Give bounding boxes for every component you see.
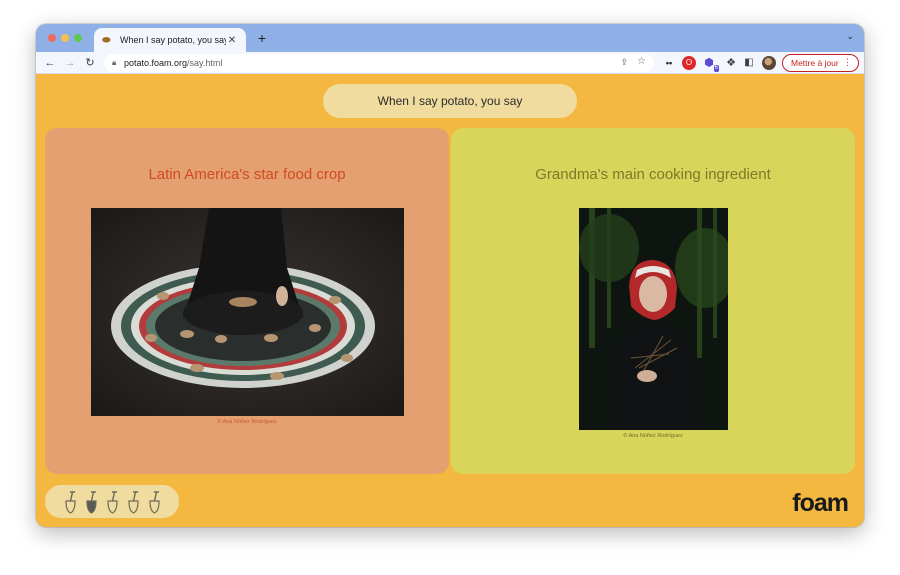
question-pill: When I say potato, you say <box>323 84 577 118</box>
url-path: /say.html <box>187 58 223 68</box>
lock-icon[interactable]: 🔒︎ <box>112 58 124 68</box>
shovel-icon <box>148 490 160 514</box>
tab-title: When I say potato, you say <box>120 35 226 45</box>
maximize-window-button[interactable] <box>74 34 82 42</box>
close-icon[interactable]: ✕ <box>226 35 238 46</box>
shovel-icon-filled <box>85 490 97 514</box>
extension-dots-icon[interactable]: •• <box>662 56 676 70</box>
share-icon[interactable]: ⇪ <box>620 57 628 68</box>
answer-card-right[interactable]: Grandma's main cooking ingredient © Ana … <box>451 128 855 474</box>
potato-icon: ⬬ <box>102 34 111 46</box>
photo-grandmother <box>579 208 728 430</box>
foam-logo[interactable]: foam <box>792 489 849 518</box>
shovel-icon <box>127 490 139 514</box>
close-window-button[interactable] <box>48 34 56 42</box>
opera-extension-icon[interactable]: O <box>682 56 696 70</box>
update-button[interactable]: Mettre à jour ⋮ <box>782 54 859 72</box>
update-button-label: Mettre à jour <box>791 58 839 68</box>
answer-card-left[interactable]: Latin America's star food crop © Ana Núñ… <box>45 128 449 474</box>
browser-toolbar: ← → ↻ 🔒︎ potato.foam.org /say.html ⇪ ☆ •… <box>36 52 864 74</box>
avatar[interactable] <box>762 56 776 70</box>
browser-window: ⬬ When I say potato, you say ✕ + ⌄ ← → ↻… <box>36 24 864 527</box>
skirt-photo-illustration <box>91 208 404 416</box>
address-bar[interactable]: 🔒︎ potato.foam.org /say.html ⇪ ☆ <box>104 54 654 72</box>
menu-kebab-icon[interactable]: ⋮ <box>843 57 852 68</box>
photo-credit: © Ana Núñez Rodríguez <box>217 419 277 425</box>
extension-cube-icon[interactable]: ⬢ 6 <box>702 56 719 72</box>
forward-arrow-icon[interactable]: → <box>62 55 78 71</box>
tab-active[interactable]: ⬬ When I say potato, you say ✕ <box>94 28 246 52</box>
back-arrow-icon[interactable]: ← <box>42 55 58 71</box>
answer-title: Grandma's main cooking ingredient <box>535 166 771 183</box>
photo-credit: © Ana Núñez Rodríguez <box>623 433 683 439</box>
star-icon[interactable]: ☆ <box>637 56 646 67</box>
chevron-down-icon[interactable]: ⌄ <box>846 31 854 42</box>
tab-strip: ⬬ When I say potato, you say ✕ + ⌄ <box>36 24 864 52</box>
answer-title: Latin America's star food crop <box>148 166 346 183</box>
shovel-icon <box>64 490 76 514</box>
sidebar-icon[interactable]: ◧ <box>742 56 756 70</box>
shovel-icon <box>106 490 118 514</box>
grandmother-photo-illustration <box>579 208 728 430</box>
url-host: potato.foam.org <box>124 58 188 68</box>
photo-skirt-potatoes <box>91 208 404 416</box>
progress-indicator <box>45 485 179 518</box>
page-viewport: When I say potato, you say Latin America… <box>36 75 864 527</box>
minimize-window-button[interactable] <box>61 34 69 42</box>
puzzle-icon[interactable]: ❖ <box>724 56 738 70</box>
new-tab-button[interactable]: + <box>254 30 270 46</box>
reload-icon[interactable]: ↻ <box>82 55 98 71</box>
